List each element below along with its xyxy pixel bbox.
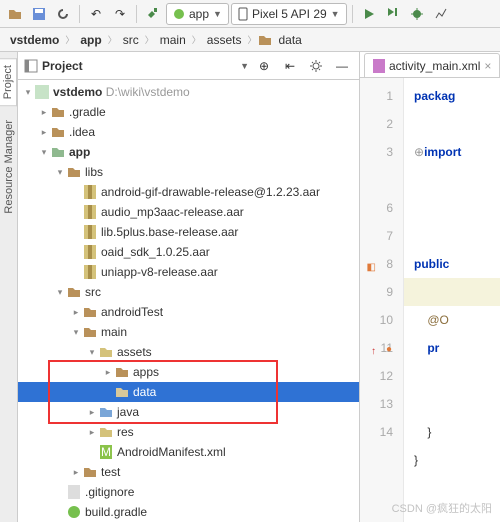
tree-root[interactable]: ▾vstdemo D:\wiki\vstdemo <box>18 82 359 102</box>
hammer-icon[interactable] <box>142 3 164 25</box>
hide-icon[interactable]: — <box>331 55 353 77</box>
tree-gitignore[interactable]: .gitignore <box>18 482 359 502</box>
tree-manifest[interactable]: MFAndroidManifest.xml <box>18 442 359 462</box>
module-label: app <box>189 7 209 21</box>
device-label: Pixel 5 API 29 <box>252 7 327 21</box>
bc-data[interactable]: data <box>274 31 305 49</box>
archive-icon <box>82 244 98 260</box>
panel-title: Project <box>42 59 236 73</box>
tab-label: activity_main.xml <box>389 59 480 73</box>
res-folder-icon <box>98 424 114 440</box>
chevron-down-icon: ▼ <box>331 9 340 19</box>
android-icon <box>173 8 185 20</box>
project-tree[interactable]: ▾vstdemo D:\wiki\vstdemo ▸.gradle ▸.idea… <box>18 80 359 522</box>
chevron-down-icon[interactable]: ▼ <box>240 61 249 71</box>
archive-icon <box>82 204 98 220</box>
tree-aar[interactable]: lib.5plus.base-release.aar <box>18 222 359 242</box>
tree-libs[interactable]: ▾libs <box>18 162 359 182</box>
bc-app[interactable]: app <box>76 31 105 49</box>
bc-root[interactable]: vstdemo <box>6 31 63 49</box>
xml-icon <box>373 59 385 73</box>
folder-icon <box>50 124 66 140</box>
svg-text:MF: MF <box>101 445 112 459</box>
method-gutter-icon[interactable]: ● <box>378 336 392 350</box>
folder-icon <box>82 324 98 340</box>
bc-assets[interactable]: assets <box>203 31 246 49</box>
assets-folder-icon <box>98 344 114 360</box>
save-icon[interactable] <box>28 3 50 25</box>
folder-icon <box>66 164 82 180</box>
bc-main[interactable]: main <box>156 31 190 49</box>
folder-icon <box>258 33 272 47</box>
folder-icon <box>66 284 82 300</box>
tree-test[interactable]: ▸test <box>18 462 359 482</box>
tree-apps[interactable]: ▸apps <box>18 362 359 382</box>
tree-src[interactable]: ▾src <box>18 282 359 302</box>
project-panel: Project ▼ ⊕ ⇤ — ▾vstdemo D:\wiki\vstdemo… <box>18 52 360 522</box>
debug-icon[interactable] <box>406 3 428 25</box>
run-icon[interactable] <box>358 3 380 25</box>
src-folder-icon <box>98 404 114 420</box>
folder-icon <box>114 364 130 380</box>
bc-src[interactable]: src <box>119 31 143 49</box>
file-icon <box>66 484 82 500</box>
tree-main[interactable]: ▾main <box>18 322 359 342</box>
chevron-down-icon: ▼ <box>213 9 222 19</box>
resource-manager-tab[interactable]: Resource Manager <box>1 114 17 220</box>
phone-icon <box>238 7 248 21</box>
tree-aar[interactable]: audio_mp3aac-release.aar↖ <box>18 202 359 222</box>
tree-idea[interactable]: ▸.idea <box>18 122 359 142</box>
override-gutter-icon[interactable]: ↑ <box>362 338 376 352</box>
editor-tabs: activity_main.xml × <box>360 52 500 78</box>
archive-icon <box>82 184 98 200</box>
open-icon[interactable] <box>4 3 26 25</box>
project-view-icon <box>24 59 38 73</box>
tree-aar[interactable]: uniapp-v8-release.aar <box>18 262 359 282</box>
redo-icon[interactable]: ↷ <box>109 3 131 25</box>
project-icon <box>34 84 50 100</box>
undo-icon[interactable]: ↶ <box>85 3 107 25</box>
code-area[interactable]: 1 2 3 . 6 7 8 9 10 11 12 13 14 ◧ ↑ ● pac… <box>360 78 500 522</box>
collapse-icon[interactable]: ⇤ <box>279 55 301 77</box>
archive-icon <box>82 264 98 280</box>
module-selector[interactable]: app ▼ <box>166 3 229 25</box>
editor-tab[interactable]: activity_main.xml × <box>364 53 500 77</box>
tree-gradle[interactable]: ▸.gradle <box>18 102 359 122</box>
tree-buildgradle[interactable]: build.gradle <box>18 502 359 522</box>
profile-icon[interactable] <box>430 3 452 25</box>
folder-icon <box>50 104 66 120</box>
target-icon[interactable]: ⊕ <box>253 55 275 77</box>
apply-changes-icon[interactable] <box>382 3 404 25</box>
tree-assets[interactable]: ▾assets <box>18 342 359 362</box>
folder-icon <box>82 304 98 320</box>
project-header: Project ▼ ⊕ ⇤ — <box>18 52 359 80</box>
close-icon[interactable]: × <box>484 59 491 73</box>
tree-res[interactable]: ▸res <box>18 422 359 442</box>
folder-icon <box>82 464 98 480</box>
project-tab[interactable]: Project <box>0 58 17 106</box>
tree-aar[interactable]: oaid_sdk_1.0.25.aar <box>18 242 359 262</box>
tree-app[interactable]: ▾app <box>18 142 359 162</box>
breadcrumb: vstdemo〉 app〉 src〉 main〉 assets〉 data <box>0 28 500 52</box>
editor-panel: activity_main.xml × 1 2 3 . 6 7 8 9 10 1… <box>360 52 500 522</box>
main-toolbar: ↶ ↷ app ▼ Pixel 5 API 29 ▼ <box>0 0 500 28</box>
class-gutter-icon[interactable]: ◧ <box>362 254 376 268</box>
module-icon <box>50 144 66 160</box>
folder-icon <box>114 384 130 400</box>
gradle-icon <box>66 504 82 520</box>
tree-data[interactable]: data <box>18 382 359 402</box>
tree-aar[interactable]: android-gif-drawable-release@1.2.23.aar <box>18 182 359 202</box>
tool-window-bar: Project Resource Manager <box>0 52 18 522</box>
device-selector[interactable]: Pixel 5 API 29 ▼ <box>231 3 347 25</box>
manifest-icon: MF <box>98 444 114 460</box>
line-gutter: 1 2 3 . 6 7 8 9 10 11 12 13 14 ◧ ↑ ● <box>360 78 404 522</box>
refresh-icon[interactable] <box>52 3 74 25</box>
code-content[interactable]: packag ⊕import public @O pr } } <box>404 78 500 522</box>
tree-java[interactable]: ▸java <box>18 402 359 422</box>
gear-icon[interactable] <box>305 55 327 77</box>
archive-icon <box>82 224 98 240</box>
tree-androidtest[interactable]: ▸androidTest <box>18 302 359 322</box>
